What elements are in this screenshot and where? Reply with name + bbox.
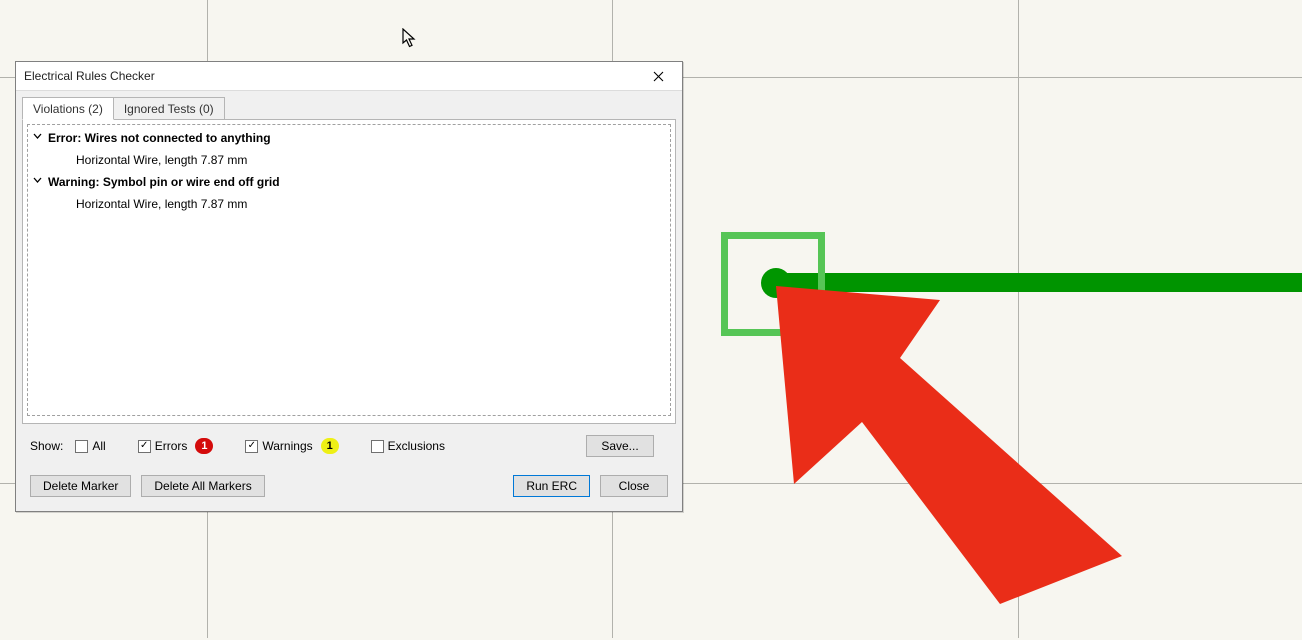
schematic-wire[interactable] xyxy=(773,273,1302,292)
filter-all[interactable]: All xyxy=(75,439,105,453)
delete-all-markers-button[interactable]: Delete All Markers xyxy=(141,475,264,497)
violations-panel: Error: Wires not connected to anything H… xyxy=(22,119,676,424)
button-row: Delete Marker Delete All Markers Run ERC… xyxy=(16,461,682,511)
filter-warnings[interactable]: Warnings 1 xyxy=(245,438,338,454)
show-filter-row: Show: All Errors 1 Warnings 1 Exclusions… xyxy=(16,425,682,461)
checkbox-icon xyxy=(138,440,151,453)
filter-label: Errors xyxy=(155,439,188,453)
error-count-badge: 1 xyxy=(195,438,213,454)
violation-group[interactable]: Error: Wires not connected to anything xyxy=(28,127,670,149)
filter-label: Warnings xyxy=(262,439,312,453)
save-button[interactable]: Save... xyxy=(586,435,654,457)
run-erc-button[interactable]: Run ERC xyxy=(513,475,590,497)
violation-group[interactable]: Warning: Symbol pin or wire end off grid xyxy=(28,171,670,193)
gridline xyxy=(1018,0,1019,638)
tab-ignored-tests[interactable]: Ignored Tests (0) xyxy=(113,97,225,120)
filter-exclusions[interactable]: Exclusions xyxy=(371,439,582,453)
filter-label: All xyxy=(92,439,105,453)
show-label: Show: xyxy=(30,439,63,453)
tab-violations[interactable]: Violations (2) xyxy=(22,97,114,120)
violation-item[interactable]: Horizontal Wire, length 7.87 mm xyxy=(28,149,670,171)
titlebar[interactable]: Electrical Rules Checker xyxy=(16,62,682,91)
chevron-down-icon[interactable] xyxy=(32,129,44,147)
delete-marker-button[interactable]: Delete Marker xyxy=(30,475,131,497)
filter-errors[interactable]: Errors 1 xyxy=(138,438,214,454)
dialog-title: Electrical Rules Checker xyxy=(24,69,155,83)
filter-label: Exclusions xyxy=(388,439,445,453)
violations-list[interactable]: Error: Wires not connected to anything H… xyxy=(27,124,671,416)
violation-item[interactable]: Horizontal Wire, length 7.87 mm xyxy=(28,193,670,215)
chevron-down-icon[interactable] xyxy=(32,173,44,191)
checkbox-icon xyxy=(245,440,258,453)
erc-dialog: Electrical Rules Checker Violations (2) … xyxy=(15,61,683,512)
tab-bar: Violations (2) Ignored Tests (0) xyxy=(22,97,676,120)
highlight-box xyxy=(721,232,825,336)
checkbox-icon xyxy=(75,440,88,453)
violation-group-title: Error: Wires not connected to anything xyxy=(48,129,271,147)
warning-count-badge: 1 xyxy=(321,438,339,454)
close-icon[interactable] xyxy=(636,62,680,90)
violation-group-title: Warning: Symbol pin or wire end off grid xyxy=(48,173,280,191)
cursor-icon xyxy=(402,28,418,48)
violation-item-text: Horizontal Wire, length 7.87 mm xyxy=(76,151,247,169)
close-button[interactable]: Close xyxy=(600,475,668,497)
violation-item-text: Horizontal Wire, length 7.87 mm xyxy=(76,195,247,213)
checkbox-icon xyxy=(371,440,384,453)
